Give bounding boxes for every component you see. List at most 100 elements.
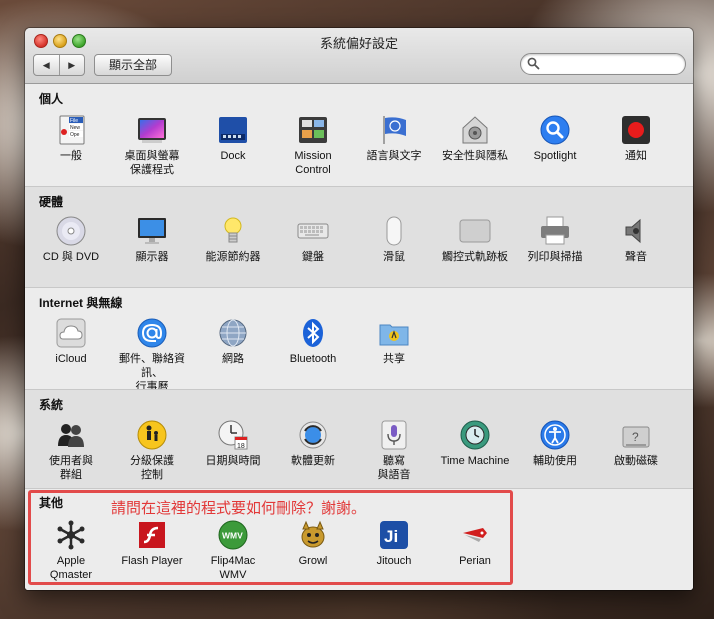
pref-label: 分級保護 控制 bbox=[130, 455, 174, 481]
icloud-icon bbox=[55, 317, 87, 349]
title-bar: 系統偏好設定 ◀ ▶ 顯示全部 bbox=[25, 28, 693, 84]
pref-label: 一般 bbox=[60, 150, 82, 162]
pref-label: 聲音 bbox=[625, 251, 647, 263]
pref-label: 網路 bbox=[222, 353, 244, 365]
calendar-day-text: 18 bbox=[237, 443, 245, 450]
section-hardware: 硬體 CD 與 DVD 顯示器 能源節約器 鍵盤 滑鼠 觸控式軌跡板 列印與掃描… bbox=[25, 187, 693, 287]
pref-sharing[interactable]: 共享 bbox=[354, 317, 434, 366]
pref-energy-saver[interactable]: 能源節約器 bbox=[193, 215, 273, 264]
users-groups-icon bbox=[55, 419, 87, 451]
pref-label: 語言與文字 bbox=[366, 150, 422, 162]
pref-label: 列印與掃描 bbox=[527, 251, 583, 263]
system-preferences-window: 系統偏好設定 ◀ ▶ 顯示全部 個人 File New Ope 一般 桌面與螢幕… bbox=[25, 28, 693, 590]
pref-spotlight[interactable]: Spotlight bbox=[515, 114, 595, 163]
general-icon-text-1: File bbox=[70, 118, 78, 124]
bluetooth-icon bbox=[297, 317, 329, 349]
pref-label: 顯示器 bbox=[135, 251, 169, 263]
pref-network[interactable]: 網路 bbox=[193, 317, 273, 366]
pref-bluetooth[interactable]: Bluetooth bbox=[273, 317, 353, 366]
pref-print-scan[interactable]: 列印與掃描 bbox=[515, 215, 595, 264]
window-title: 系統偏好設定 bbox=[319, 36, 398, 51]
pref-label: 軟體更新 bbox=[291, 455, 335, 467]
pref-displays[interactable]: 顯示器 bbox=[112, 215, 192, 264]
sharing-icon bbox=[378, 317, 410, 349]
search-icon bbox=[527, 57, 540, 70]
back-button[interactable]: ◀ bbox=[34, 55, 59, 75]
dock-icon bbox=[217, 114, 249, 146]
pref-label: 能源節約器 bbox=[205, 251, 261, 263]
pref-general[interactable]: File New Ope 一般 bbox=[31, 114, 111, 163]
date-time-icon: 18 bbox=[217, 419, 249, 451]
pref-label: 滑鼠 bbox=[383, 251, 405, 263]
pref-label: 輔助使用 bbox=[533, 455, 577, 467]
pref-sound[interactable]: 聲音 bbox=[596, 215, 676, 264]
spotlight-icon bbox=[539, 114, 571, 146]
pref-security-privacy[interactable]: 安全性與隱私 bbox=[435, 114, 515, 163]
show-all-button[interactable]: 顯示全部 bbox=[94, 54, 172, 76]
pref-label: 觸控式軌跡板 bbox=[442, 251, 508, 263]
pref-mail-contacts-calendars[interactable]: 郵件、聯絡資訊、 行事曆 bbox=[112, 317, 192, 394]
section-title: 硬體 bbox=[39, 195, 64, 209]
pref-icloud[interactable]: iCloud bbox=[31, 317, 111, 366]
search-field[interactable] bbox=[520, 53, 686, 75]
search-input[interactable] bbox=[543, 56, 679, 72]
svg-text:?: ? bbox=[632, 430, 639, 444]
general-icon-text-2: New bbox=[70, 125, 80, 131]
pref-label: Time Machine bbox=[440, 455, 510, 467]
pref-date-time[interactable]: 18 日期與時間 bbox=[193, 419, 273, 468]
pref-label: CD 與 DVD bbox=[42, 251, 100, 263]
pref-trackpad[interactable]: 觸控式軌跡板 bbox=[435, 215, 515, 264]
accessibility-icon bbox=[539, 419, 571, 451]
security-privacy-icon bbox=[459, 114, 491, 146]
sound-icon bbox=[620, 215, 652, 247]
pref-label: 使用者與 群組 bbox=[49, 455, 93, 481]
print-scan-icon bbox=[539, 215, 571, 247]
pref-label: 安全性與隱私 bbox=[442, 150, 508, 162]
dictation-speech-icon bbox=[378, 419, 410, 451]
mail-contacts-calendars-icon bbox=[136, 317, 168, 349]
pref-dictation-speech[interactable]: 聽寫 與語音 bbox=[354, 419, 434, 482]
pref-label: 郵件、聯絡資訊、 行事曆 bbox=[119, 353, 185, 393]
section-title: 系統 bbox=[39, 398, 64, 412]
pref-desktop-screensaver[interactable]: 桌面與螢幕 保護程式 bbox=[112, 114, 192, 177]
section-title: 個人 bbox=[39, 92, 64, 106]
mouse-icon bbox=[378, 215, 410, 247]
pref-parental-controls[interactable]: 分級保護 控制 bbox=[112, 419, 192, 482]
parental-controls-icon bbox=[136, 419, 168, 451]
general-icon: File New Ope bbox=[55, 114, 87, 146]
pref-label: Mission Control bbox=[294, 150, 332, 176]
pref-language-text[interactable]: 語言與文字 bbox=[354, 114, 434, 163]
pref-label: 啟動磁碟 bbox=[614, 455, 658, 467]
back-forward-group: ◀ ▶ bbox=[33, 54, 85, 76]
pref-users-groups[interactable]: 使用者與 群組 bbox=[31, 419, 111, 482]
pref-startup-disk[interactable]: ? 啟動磁碟 bbox=[596, 419, 676, 468]
energy-saver-icon bbox=[217, 215, 249, 247]
pref-mission-control[interactable]: Mission Control bbox=[273, 114, 353, 177]
section-internet-wireless: Internet 與無線 iCloud 郵件、聯絡資訊、 行事曆 網路 Blue… bbox=[25, 288, 693, 393]
pref-time-machine[interactable]: Time Machine bbox=[435, 419, 515, 468]
pref-notifications[interactable]: 通知 bbox=[596, 114, 676, 163]
pref-cd-dvd[interactable]: CD 與 DVD bbox=[31, 215, 111, 264]
mission-control-icon bbox=[297, 114, 329, 146]
network-icon bbox=[217, 317, 249, 349]
pref-keyboard[interactable]: 鍵盤 bbox=[273, 215, 353, 264]
pref-label: Bluetooth bbox=[289, 353, 337, 365]
pref-label: Dock bbox=[220, 150, 246, 162]
startup-disk-icon: ? bbox=[620, 419, 652, 451]
pref-dock[interactable]: Dock bbox=[193, 114, 273, 163]
section-personal: 個人 File New Ope 一般 桌面與螢幕 保護程式 Dock Missi… bbox=[25, 84, 693, 186]
pref-label: 桌面與螢幕 保護程式 bbox=[124, 150, 180, 176]
keyboard-icon bbox=[297, 215, 329, 247]
software-update-icon bbox=[297, 419, 329, 451]
pref-label: 共享 bbox=[383, 353, 405, 365]
language-text-icon bbox=[378, 114, 410, 146]
pref-label: 聽寫 與語音 bbox=[377, 455, 411, 481]
section-system: 系統 使用者與 群組 分級保護 控制 18 日期與時間 軟體更新 聽寫 與語音 … bbox=[25, 390, 693, 488]
pref-mouse[interactable]: 滑鼠 bbox=[354, 215, 434, 264]
pref-software-update[interactable]: 軟體更新 bbox=[273, 419, 353, 468]
pref-accessibility[interactable]: 輔助使用 bbox=[515, 419, 595, 468]
forward-button[interactable]: ▶ bbox=[58, 55, 85, 75]
time-machine-icon bbox=[459, 419, 491, 451]
pref-label: iCloud bbox=[55, 353, 87, 365]
pref-label: 日期與時間 bbox=[205, 455, 261, 467]
